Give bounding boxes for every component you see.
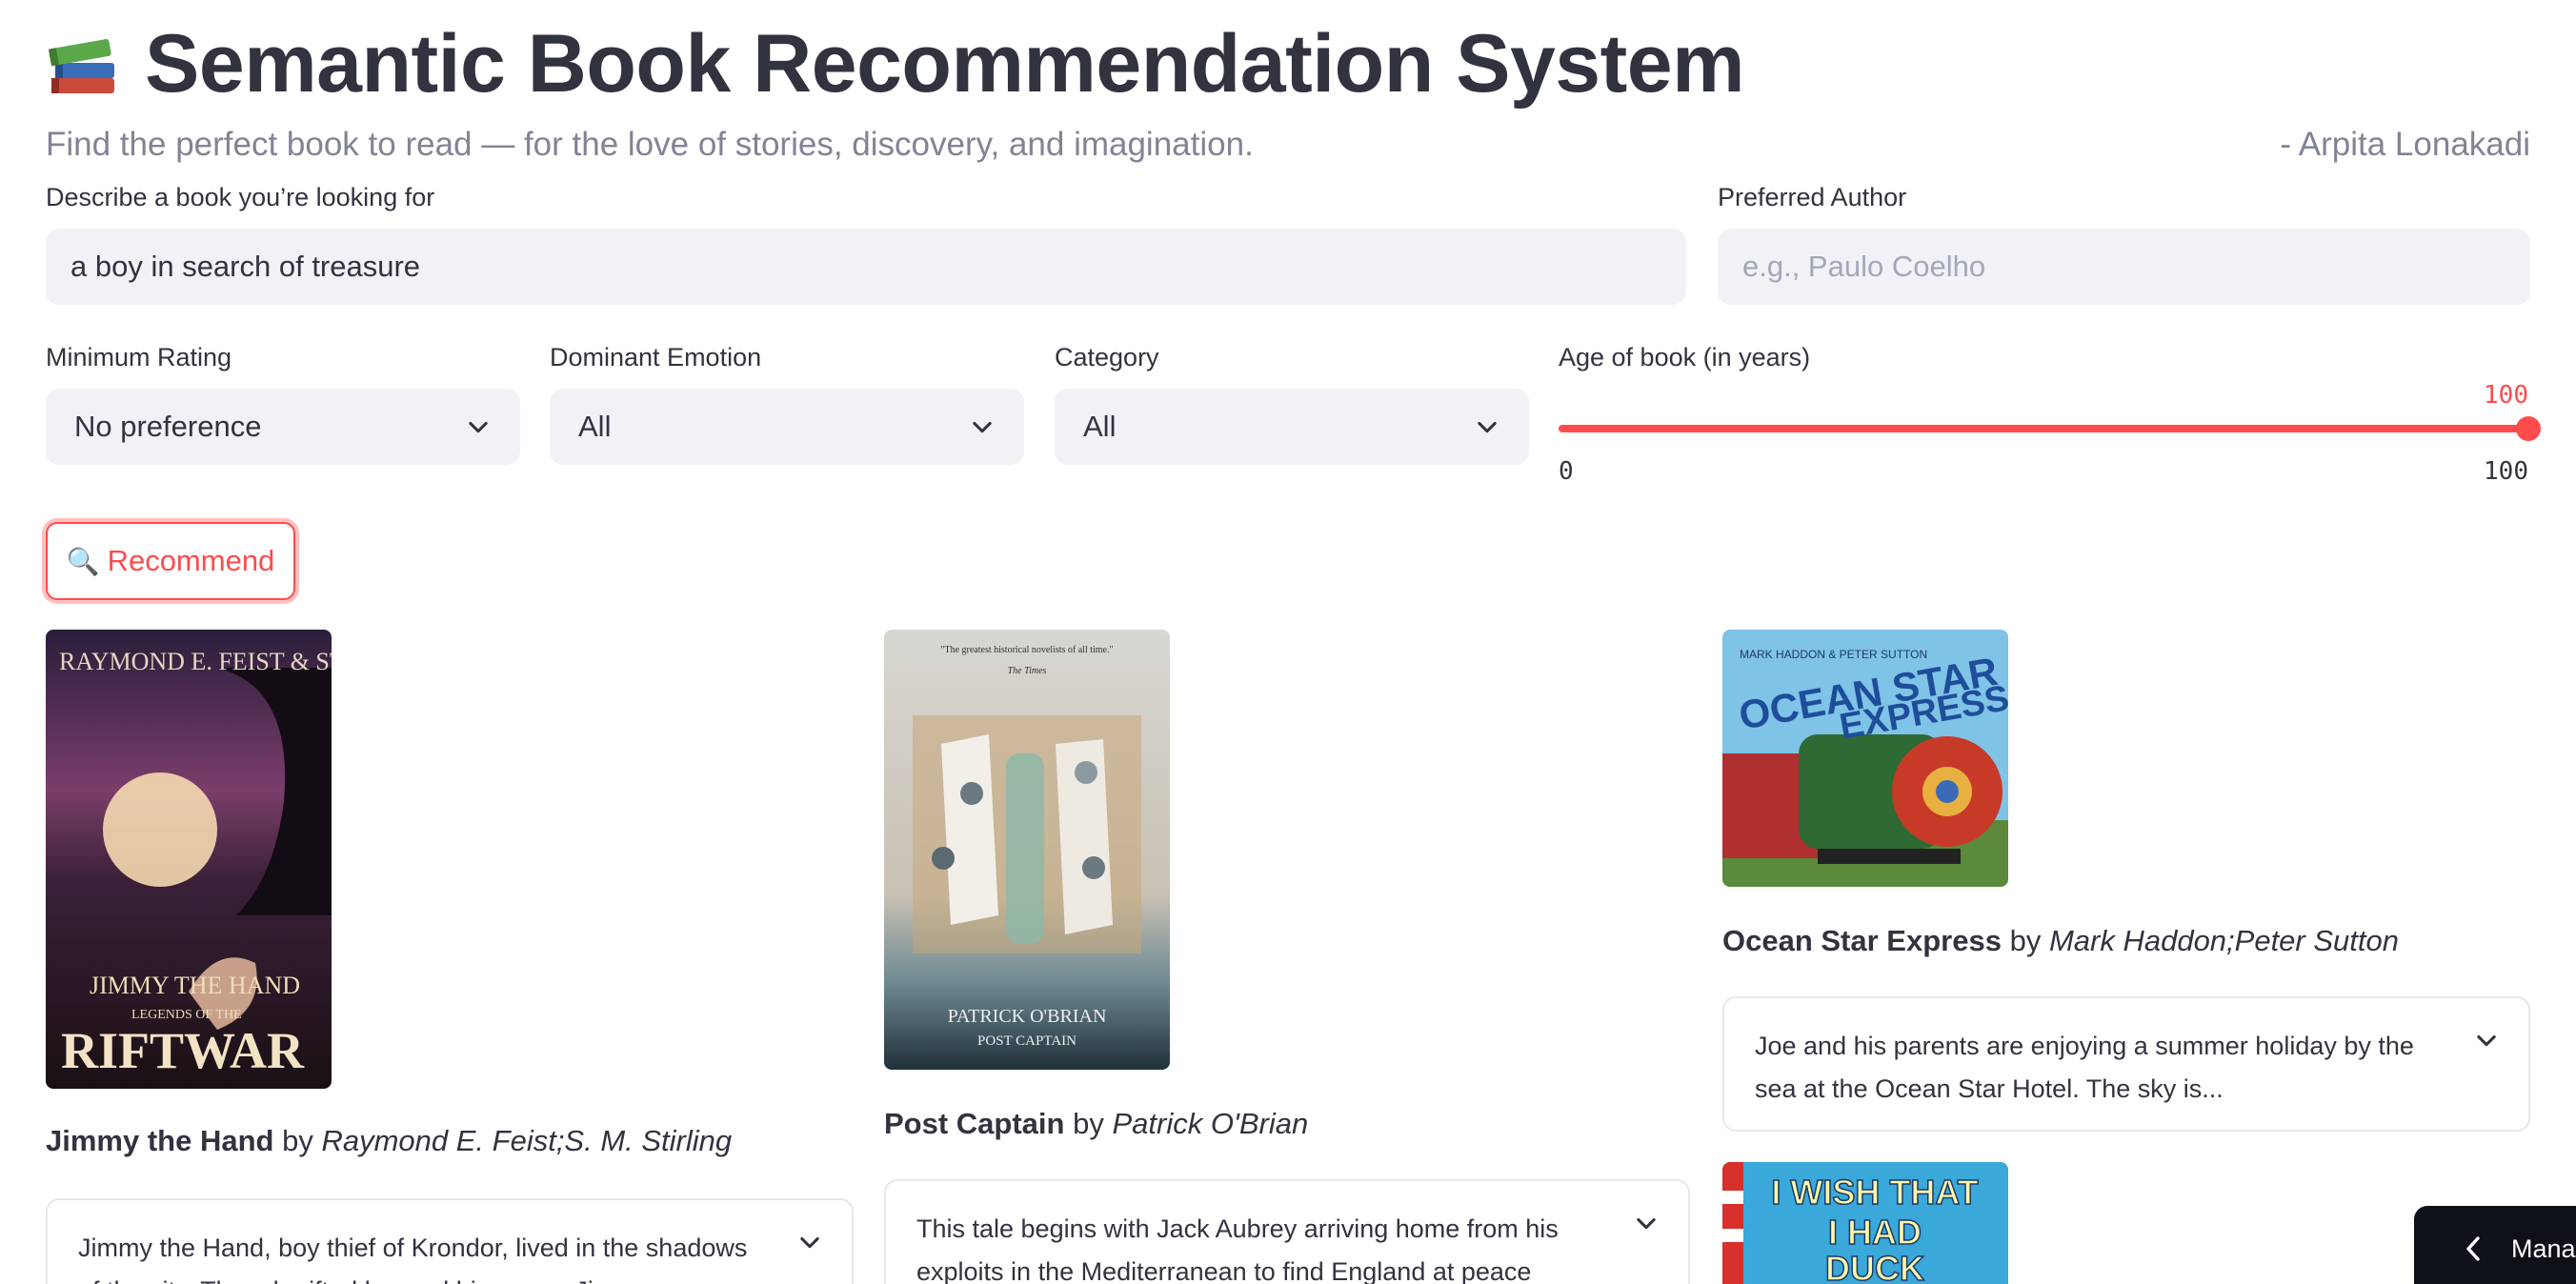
chevron-left-icon [2466, 1236, 2480, 1261]
cover-line3: DUCK [1825, 1249, 1924, 1284]
chevron-down-icon [2477, 1034, 2496, 1047]
category-select[interactable]: All [1055, 389, 1529, 465]
cover-title: POST CAPTAIN [977, 1033, 1077, 1049]
book-title-line: Jimmy the Hand by Raymond E. Feist;S. M.… [46, 1124, 732, 1158]
description-value: a boy in search of treasure [70, 250, 421, 283]
cover-line2: I HAD [1828, 1213, 1922, 1252]
app-title: Semantic Book Recommendation System [145, 18, 1745, 110]
emotion-value: All [578, 410, 612, 443]
cover-line1: I WISH THAT [1771, 1173, 1978, 1212]
recommend-label: Recommend [107, 544, 275, 577]
book-cover-post-captain: "The greatest historical novelists of al… [884, 630, 1170, 1070]
books-icon [48, 38, 114, 93]
book-title: Jimmy the Hand [46, 1124, 274, 1157]
book-title: Ocean Star Express [1722, 924, 2002, 957]
chevron-down-icon [800, 1236, 819, 1249]
book-title-line: Post Captain by Patrick O'Brian [884, 1107, 1308, 1141]
rating-select[interactable]: No preference [46, 389, 520, 465]
book-authors: Raymond E. Feist;S. M. Stirling [321, 1124, 733, 1157]
category-label: Category [1055, 343, 1159, 371]
magnifier-icon: 🔍 [66, 546, 100, 576]
book-cover-partial: I WISH THAT I HAD DUCK [1722, 1162, 2008, 1284]
author-label: Preferred Author [1718, 183, 1907, 211]
slider-current-value: 100 [2484, 381, 2528, 410]
cover-series-name: RIFTWAR [61, 1022, 305, 1079]
cover-author: PATRICK O'BRIAN [948, 1006, 1107, 1027]
book-description-expander[interactable]: Jimmy the Hand, boy thief of Krondor, li… [46, 1198, 854, 1284]
manage-app-button[interactable]: Manag [2414, 1206, 2576, 1284]
age-label: Age of book (in years) [1559, 343, 1811, 371]
by-text: by [2009, 924, 2042, 957]
book-description: This tale begins with Jack Aubrey arrivi… [916, 1214, 1559, 1284]
slider-min-label: 0 [1559, 457, 1574, 486]
description-label: Describe a book you’re looking for [46, 183, 435, 211]
book-description-expander[interactable]: Joe and his parents are enjoying a summe… [1722, 996, 2530, 1132]
manage-label: Manag [2511, 1234, 2576, 1263]
cover-authors: MARK HADDON & PETER SUTTON [1740, 648, 1927, 661]
cover-title: JIMMY THE HAND [90, 972, 300, 999]
emotion-select[interactable]: All [550, 389, 1024, 465]
chevron-down-icon [973, 421, 992, 433]
app-subtitle: Find the perfect book to read — for the … [46, 126, 1254, 163]
rating-label: Minimum Rating [46, 343, 232, 371]
book-cover-jimmy-the-hand: RAYMOND E. FEIST & STEVE STIRLING JIMMY … [46, 630, 332, 1089]
by-text: by [282, 1124, 313, 1157]
author-placeholder: e.g., Paulo Coelho [1742, 250, 1986, 283]
by-text: by [1073, 1107, 1104, 1140]
description-input[interactable]: a boy in search of treasure [46, 229, 1686, 305]
author-input[interactable]: e.g., Paulo Coelho [1718, 229, 2530, 305]
book-title-line: Ocean Star Express by Mark Haddon;Peter … [1722, 924, 2399, 958]
age-slider-thumb[interactable] [2516, 416, 2541, 441]
book-title: Post Captain [884, 1107, 1065, 1140]
chevron-down-icon [469, 421, 488, 433]
chevron-down-icon [1478, 421, 1497, 433]
emotion-label: Dominant Emotion [550, 343, 762, 371]
cover-authors: RAYMOND E. FEIST & STEVE STIRLING [59, 648, 332, 675]
book-description-expander[interactable]: This tale begins with Jack Aubrey arrivi… [884, 1179, 1690, 1284]
slider-max-label: 100 [2484, 457, 2528, 486]
book-authors: Mark Haddon;Peter Sutton [2048, 924, 2399, 957]
cover-series: LEGENDS OF THE [131, 1008, 242, 1022]
rating-value: No preference [74, 410, 262, 443]
book-description: Jimmy the Hand, boy thief of Krondor, li… [78, 1234, 748, 1284]
category-value: All [1083, 410, 1117, 443]
recommend-button[interactable]: 🔍 Recommend [46, 522, 295, 600]
page-title: Semantic Book Recommendation System [46, 17, 1745, 111]
author-credit: - Arpita Lonakadi [2280, 126, 2530, 163]
chevron-down-icon [1637, 1217, 1656, 1230]
cover-quote: "The greatest historical novelists of al… [940, 645, 1113, 655]
book-description: Joe and his parents are enjoying a summe… [1755, 1032, 2414, 1103]
book-authors: Patrick O'Brian [1112, 1107, 1309, 1140]
book-cover-ocean-star-express: MARK HADDON & PETER SUTTON OCEAN STAR EX… [1722, 630, 2008, 887]
cover-source: The Times [1008, 666, 1047, 676]
age-slider-track[interactable] [1559, 425, 2528, 432]
